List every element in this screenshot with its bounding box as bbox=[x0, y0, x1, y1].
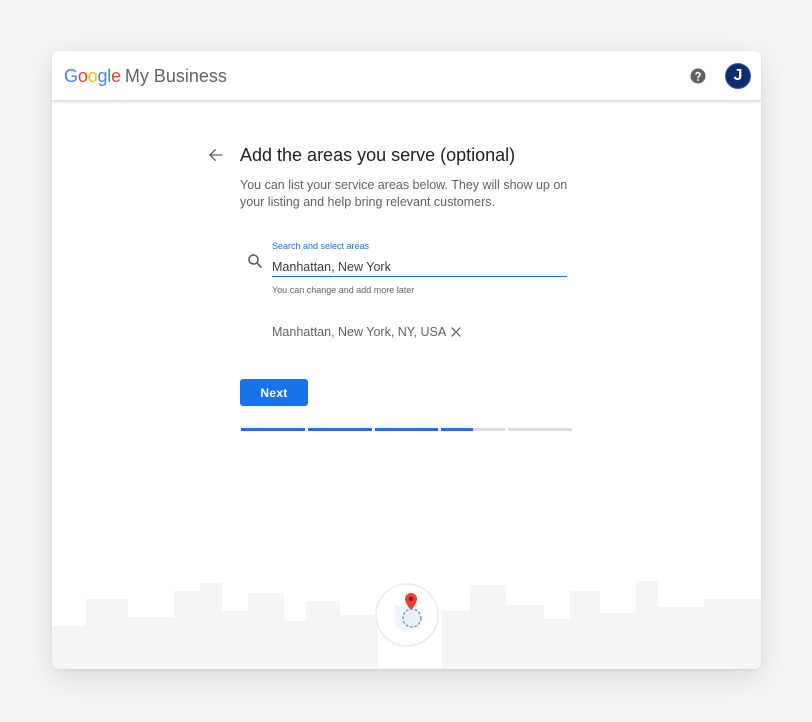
progress-segment-fill bbox=[241, 428, 305, 431]
logo-letter: G bbox=[64, 66, 78, 86]
progress-segment-fill bbox=[441, 428, 474, 431]
search-areas-input[interactable] bbox=[272, 257, 567, 277]
progress-segment bbox=[241, 428, 305, 431]
logo-letter: e bbox=[111, 66, 121, 86]
google-wordmark: Google bbox=[64, 66, 121, 86]
progress-segment bbox=[441, 428, 506, 431]
progress-segment bbox=[508, 428, 572, 431]
progress-segment bbox=[307, 428, 372, 431]
google-my-business-logo[interactable]: Google My Business bbox=[64, 65, 227, 87]
app-window: Google My Business J Add the areas you se… bbox=[52, 51, 761, 669]
selected-area-label: Manhattan, New York, NY, USA bbox=[272, 325, 447, 339]
app-bar: Google My Business J bbox=[52, 51, 761, 101]
logo-letter: g bbox=[97, 66, 108, 86]
arrow-back-icon[interactable] bbox=[207, 146, 225, 164]
progress-segment-fill bbox=[374, 428, 439, 431]
map-pin-icon bbox=[375, 583, 439, 647]
next-button[interactable]: Next bbox=[240, 379, 308, 406]
search-icon bbox=[248, 254, 262, 268]
page-description: You can list your service areas below. T… bbox=[240, 178, 568, 209]
logo-letter: o bbox=[87, 66, 98, 86]
progress-bar bbox=[241, 428, 572, 431]
close-icon[interactable] bbox=[449, 325, 463, 339]
page-title: Add the areas you serve (optional) bbox=[240, 145, 516, 165]
avatar[interactable]: J bbox=[725, 63, 751, 89]
logo-letter: o bbox=[77, 66, 88, 86]
product-name: My Business bbox=[124, 66, 227, 86]
search-helper-text: You can change and add more later bbox=[272, 285, 415, 295]
help-circle-icon[interactable] bbox=[689, 67, 707, 85]
progress-segment bbox=[374, 428, 439, 431]
search-field-label: Search and select areas bbox=[272, 241, 370, 251]
progress-segment-fill bbox=[307, 428, 372, 431]
